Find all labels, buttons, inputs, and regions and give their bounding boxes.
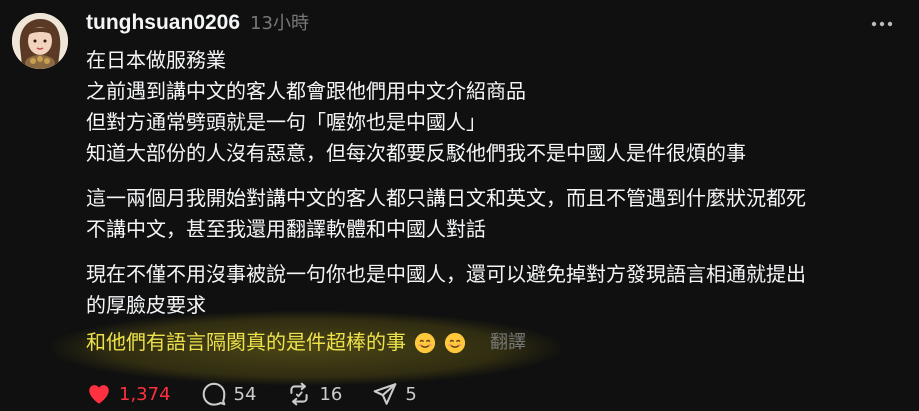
thread-post: tunghsuan0206 13小時 在日本做服務業 之前遇到講中文的客人都會跟… xyxy=(0,0,919,411)
repost-icon xyxy=(290,382,309,406)
heart-icon xyxy=(89,385,109,404)
highlighted-text: 和他們有語言隔閡真的是件超棒的事 xyxy=(86,330,406,354)
text-line: 之前遇到講中文的客人都會跟他們用中文介紹商品 xyxy=(86,79,526,103)
more-horizontal-icon xyxy=(871,21,893,27)
like-count: 1,374 xyxy=(119,383,171,405)
repost-button[interactable]: 16 xyxy=(286,381,342,407)
timestamp: 13小時 xyxy=(250,13,309,34)
avatar[interactable] xyxy=(12,13,68,69)
share-button[interactable]: 5 xyxy=(372,381,417,407)
more-button[interactable] xyxy=(871,13,893,35)
send-icon xyxy=(374,383,397,405)
translate-link[interactable]: 翻譯 xyxy=(490,327,526,358)
text-line: 不講中文，甚至我還用翻譯軟體和中國人對話 xyxy=(86,217,486,241)
avatar-image xyxy=(12,13,68,69)
username[interactable]: tunghsuan0206 xyxy=(86,11,240,35)
text-line: 但對方通常劈頭就是一句「喔妳也是中國人」 xyxy=(86,110,486,134)
text-line: 現在不僅不用沒事被說一句你也是中國人，還可以避免掉對方發現語言相通就提出 xyxy=(86,262,806,286)
smiling-face-icon xyxy=(414,332,436,353)
post-header: tunghsuan0206 13小時 xyxy=(86,9,309,35)
text-line: 這一兩個月我開始對講中文的客人都只講日文和英文，而且不管遇到什麼狀況都死 xyxy=(86,186,806,210)
text-line: 在日本做服務業 xyxy=(86,48,226,72)
smiling-face-icon xyxy=(444,332,466,353)
comment-count: 54 xyxy=(233,383,257,405)
paragraph: 在日本做服務業 之前遇到講中文的客人都會跟他們用中文介紹商品 但對方通常劈頭就是… xyxy=(86,45,896,169)
post-body: 在日本做服務業 之前遇到講中文的客人都會跟他們用中文介紹商品 但對方通常劈頭就是… xyxy=(52,45,896,385)
highlighted-line: 和他們有語言隔閡真的是件超棒的事 翻譯 xyxy=(52,311,896,385)
action-bar: 1,374 54 16 5 xyxy=(86,381,417,407)
share-count: 5 xyxy=(405,383,417,405)
paragraph: 這一兩個月我開始對講中文的客人都只講日文和英文，而且不管遇到什麼狀況都死 不講中… xyxy=(86,183,896,245)
comment-icon xyxy=(202,382,225,406)
repost-count: 16 xyxy=(319,383,343,405)
comment-button[interactable]: 54 xyxy=(201,381,257,407)
text-line: 知道大部份的人沒有惡意，但每次都要反駁他們我不是中國人是件很煩的事 xyxy=(86,141,746,165)
like-button[interactable]: 1,374 xyxy=(86,381,171,407)
